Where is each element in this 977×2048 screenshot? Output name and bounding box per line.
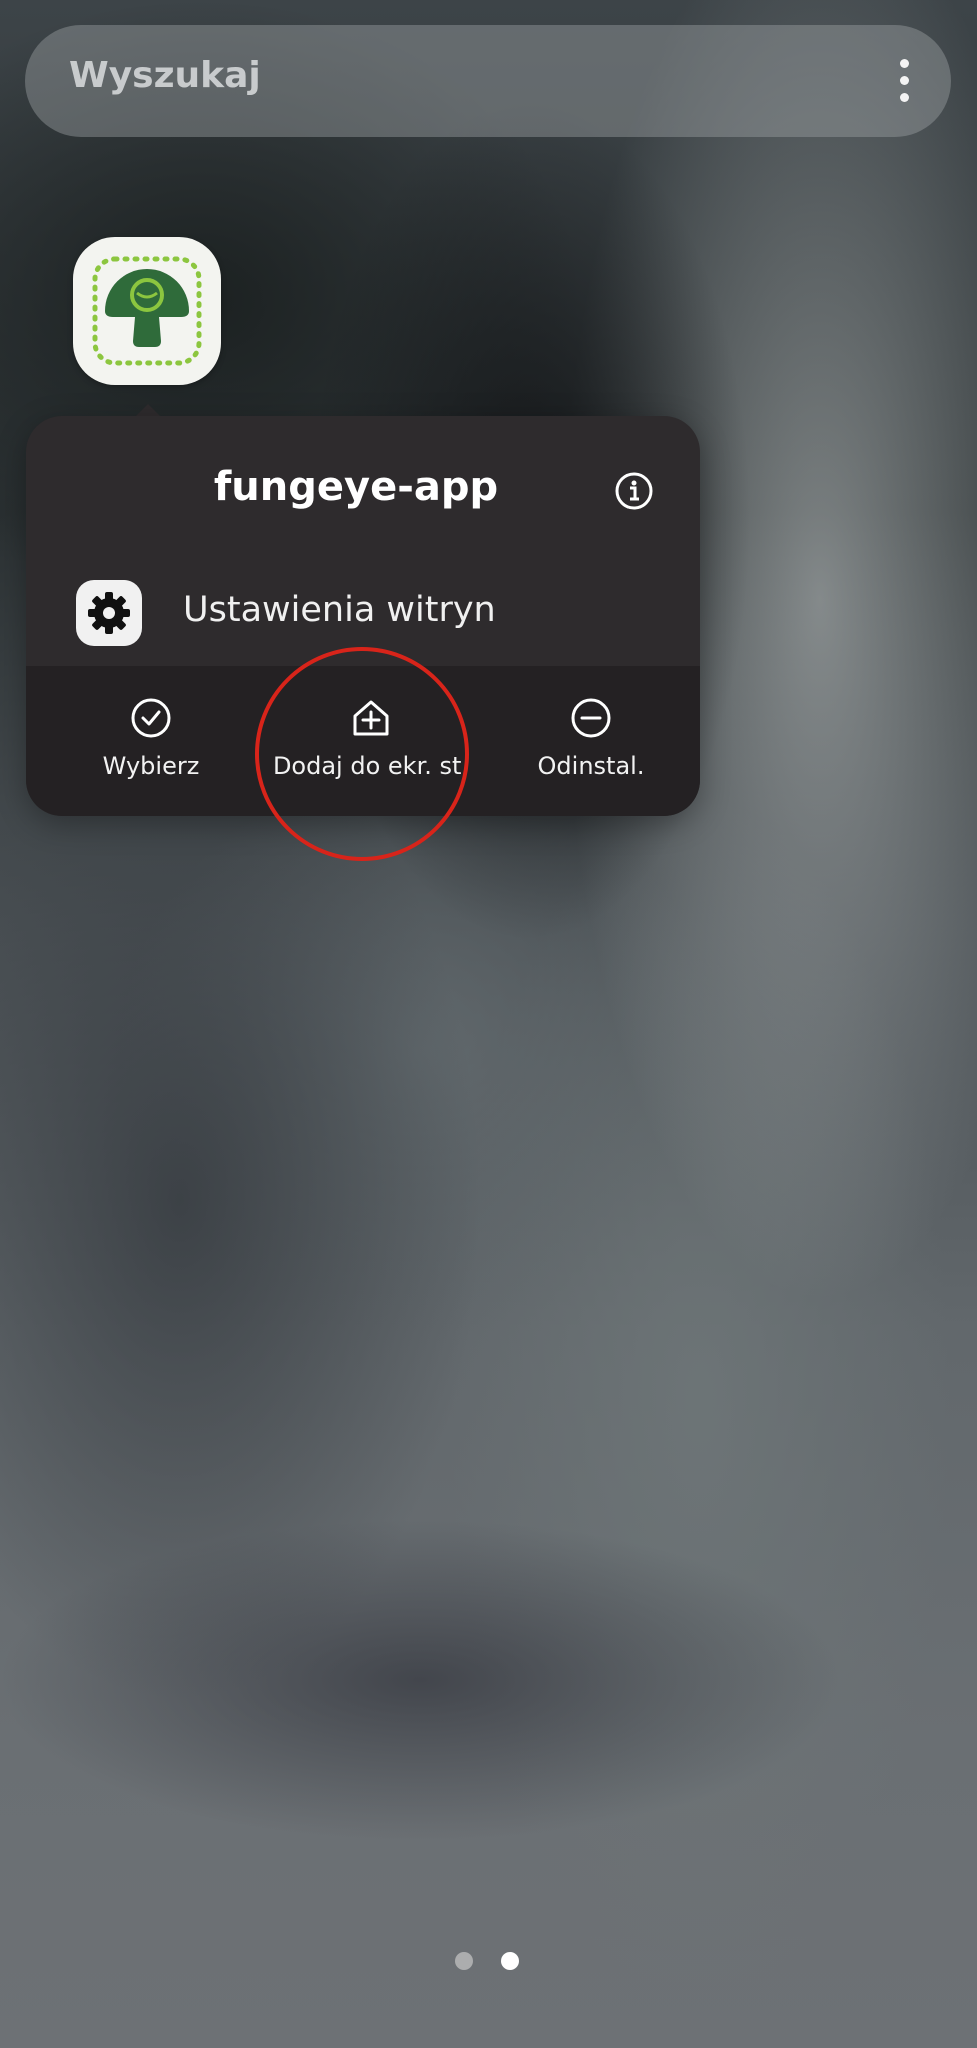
popup-title: fungeye-app <box>213 464 499 510</box>
more-vertical-icon[interactable] <box>897 59 911 103</box>
page-dot-1[interactable] <box>455 1952 473 1970</box>
gear-icon <box>76 580 142 646</box>
minus-circle-icon <box>571 698 611 738</box>
add-to-home-button[interactable]: Dodaj do ekr. st. <box>256 666 486 816</box>
app-context-menu: fungeye-app Ustawienia witryn Wybierz Do… <box>26 416 700 816</box>
info-icon[interactable] <box>614 471 654 511</box>
add-home-icon <box>353 700 389 736</box>
search-bar[interactable]: Wyszukaj <box>25 25 951 137</box>
mushroom-icon <box>92 256 202 366</box>
actions-bar: Wybierz Dodaj do ekr. st. Odinstal. <box>26 666 700 816</box>
uninstall-button[interactable]: Odinstal. <box>506 666 676 816</box>
shortcut-site-settings[interactable]: Ustawienia witryn <box>26 556 700 666</box>
page-indicator[interactable] <box>455 1952 525 1970</box>
select-button[interactable]: Wybierz <box>76 666 226 816</box>
check-circle-icon <box>131 698 171 738</box>
app-icon-fungeye[interactable] <box>73 237 221 385</box>
page-dot-2-active[interactable] <box>501 1952 519 1970</box>
shortcut-label: Ustawienia witryn <box>183 590 496 630</box>
select-label: Wybierz <box>102 752 200 780</box>
add-to-home-label: Dodaj do ekr. st. <box>272 752 470 780</box>
search-placeholder: Wyszukaj <box>69 55 261 96</box>
uninstall-label: Odinstal. <box>537 752 645 780</box>
